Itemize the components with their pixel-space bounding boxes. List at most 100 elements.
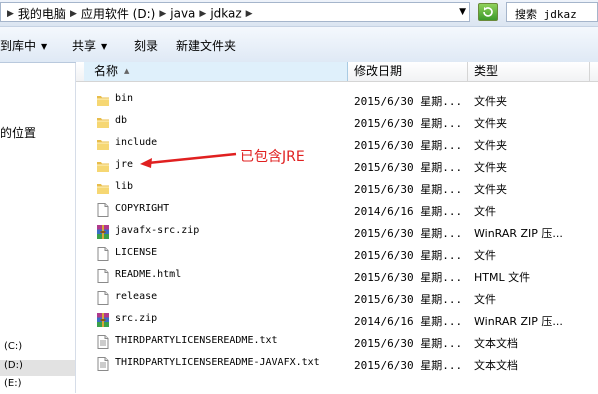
refresh-icon: [483, 7, 493, 17]
file-icon: [95, 290, 111, 306]
winrar-icon: [95, 312, 111, 328]
file-name: release: [115, 291, 158, 302]
file-name: jre: [115, 159, 134, 170]
include-in-library-button[interactable]: 到库中 ▼: [0, 37, 47, 54]
file-type: WinRAR ZIP 压...: [474, 315, 563, 328]
column-header-name-label: 名称: [94, 64, 119, 78]
file-name: lib: [115, 181, 134, 192]
column-header-type[interactable]: 类型: [468, 62, 590, 81]
annotation-text: 已包含JRE: [240, 149, 305, 165]
address-row: ▶ 我的电脑 ▶ 应用软件 (D:) ▶ java ▶ jdkaz ▶ ▼ 搜索 jdkaz: [0, 0, 598, 27]
column-header-date-label: 修改日期: [354, 64, 403, 78]
file-row[interactable]: src.zip 2014/6/16 星期... WinRAR ZIP 压...: [76, 309, 598, 331]
column-header-name[interactable]: 名称 ▲: [84, 62, 348, 81]
file-icon: [95, 246, 111, 262]
burn-button[interactable]: 刻录: [134, 37, 158, 54]
chevron-right-icon[interactable]: ▶: [7, 9, 14, 19]
chevron-right-icon[interactable]: ▶: [70, 9, 77, 19]
file-type: 文件夹: [474, 139, 507, 152]
folder-icon: [95, 92, 111, 108]
file-type: HTML 文件: [474, 271, 531, 284]
file-row[interactable]: README.html 2015/6/30 星期... HTML 文件: [76, 265, 598, 287]
file-type: 文件夹: [474, 161, 507, 174]
file-date: 2015/6/30 星期...: [354, 95, 463, 108]
file-type: 文件夹: [474, 95, 507, 108]
crumb-my-computer[interactable]: 我的电脑: [18, 7, 66, 21]
column-header-bar: 名称 ▲ 修改日期 类型: [76, 62, 598, 82]
navigation-pane: 的位置 (C:) (D:) (E:): [0, 63, 76, 393]
file-row[interactable]: javafx-src.zip 2015/6/30 星期... WinRAR ZIP …: [76, 221, 598, 243]
refresh-button[interactable]: [478, 3, 498, 21]
file-name: THIRDPARTYLICENSEREADME.txt: [115, 335, 278, 346]
file-date: 2015/6/30 星期...: [354, 117, 463, 130]
breadcrumb: ▶ 我的电脑 ▶ 应用软件 (D:) ▶ java ▶ jdkaz ▶: [3, 5, 257, 22]
file-type: 文件夹: [474, 183, 507, 196]
crumb-drive-d[interactable]: 应用软件 (D:): [81, 7, 155, 21]
text-file-icon: [95, 334, 111, 350]
chevron-down-icon: ▼: [101, 42, 108, 51]
share-button[interactable]: 共享 ▼: [72, 37, 107, 54]
file-date: 2015/6/30 星期...: [354, 249, 463, 262]
folder-icon: [95, 158, 111, 174]
file-date: 2014/6/16 星期...: [354, 315, 463, 328]
file-name: THIRDPARTYLICENSEREADME-JAVAFX.txt: [115, 357, 320, 368]
file-date: 2015/6/30 星期...: [354, 359, 463, 372]
folder-icon: [95, 114, 111, 130]
file-row[interactable]: lib 2015/6/30 星期... 文件夹: [76, 177, 598, 199]
new-folder-label: 新建文件夹: [176, 39, 237, 53]
include-in-library-label: 到库中: [0, 39, 37, 53]
nav-drive-c[interactable]: (C:): [0, 341, 75, 357]
file-row[interactable]: THIRDPARTYLICENSEREADME.txt 2015/6/30 星期.…: [76, 331, 598, 353]
file-name: db: [115, 115, 128, 126]
file-type: 文件夹: [474, 117, 507, 130]
file-type: 文件: [474, 249, 496, 262]
chevron-down-icon: ▼: [41, 42, 48, 51]
file-name: javafx-src.zip: [115, 225, 200, 236]
file-type: 文件: [474, 205, 496, 218]
search-input[interactable]: 搜索 jdkaz: [506, 2, 598, 22]
column-header-date[interactable]: 修改日期: [348, 62, 468, 81]
burn-label: 刻录: [134, 39, 159, 53]
file-name: bin: [115, 93, 134, 104]
file-date: 2015/6/30 星期...: [354, 139, 463, 152]
chevron-right-icon[interactable]: ▶: [159, 9, 166, 19]
file-row[interactable]: COPYRIGHT 2014/6/16 星期... 文件: [76, 199, 598, 221]
file-type: WinRAR ZIP 压...: [474, 227, 563, 240]
folder-icon: [95, 136, 111, 152]
address-bar[interactable]: ▶ 我的电脑 ▶ 应用软件 (D:) ▶ java ▶ jdkaz ▶ ▼: [0, 2, 470, 22]
folder-icon: [95, 180, 111, 196]
file-name: README.html: [115, 269, 182, 280]
nav-item-location[interactable]: 的位置: [0, 124, 36, 141]
nav-drive-d[interactable]: (D:): [0, 360, 75, 376]
file-name: include: [115, 137, 158, 148]
chevron-down-icon[interactable]: ▼: [459, 7, 466, 17]
nav-drive-e[interactable]: (E:): [0, 378, 75, 394]
new-folder-button[interactable]: 新建文件夹: [176, 37, 236, 54]
chevron-right-icon[interactable]: ▶: [199, 9, 206, 19]
crumb-jdkaz[interactable]: jdkaz: [210, 7, 241, 21]
file-date: 2015/6/30 星期...: [354, 161, 463, 174]
share-label: 共享: [72, 39, 97, 53]
chevron-right-icon[interactable]: ▶: [246, 9, 253, 19]
crumb-java[interactable]: java: [170, 7, 195, 21]
file-date: 2015/6/30 星期...: [354, 293, 463, 306]
file-date: 2015/6/30 星期...: [354, 183, 463, 196]
file-type: 文本文档: [474, 359, 518, 372]
file-name: COPYRIGHT: [115, 203, 170, 214]
file-row[interactable]: bin 2015/6/30 星期... 文件夹: [76, 89, 598, 111]
annotation-arrow: [140, 152, 237, 168]
winrar-icon: [95, 224, 111, 240]
text-file-icon: [95, 356, 111, 372]
file-icon: [95, 268, 111, 284]
file-date: 2014/6/16 星期...: [354, 205, 463, 218]
file-name: LICENSE: [115, 247, 158, 258]
file-name: src.zip: [115, 313, 158, 324]
file-date: 2015/6/30 星期...: [354, 337, 463, 350]
toolbar: 到库中 ▼ 共享 ▼ 刻录 新建文件夹: [0, 27, 598, 63]
file-row[interactable]: release 2015/6/30 星期... 文件: [76, 287, 598, 309]
file-row[interactable]: THIRDPARTYLICENSEREADME-JAVAFX.txt 2015/6…: [76, 353, 598, 375]
file-row[interactable]: LICENSE 2015/6/30 星期... 文件: [76, 243, 598, 265]
file-date: 2015/6/30 星期...: [354, 271, 463, 284]
file-type: 文本文档: [474, 337, 518, 350]
file-row[interactable]: db 2015/6/30 星期... 文件夹: [76, 111, 598, 133]
